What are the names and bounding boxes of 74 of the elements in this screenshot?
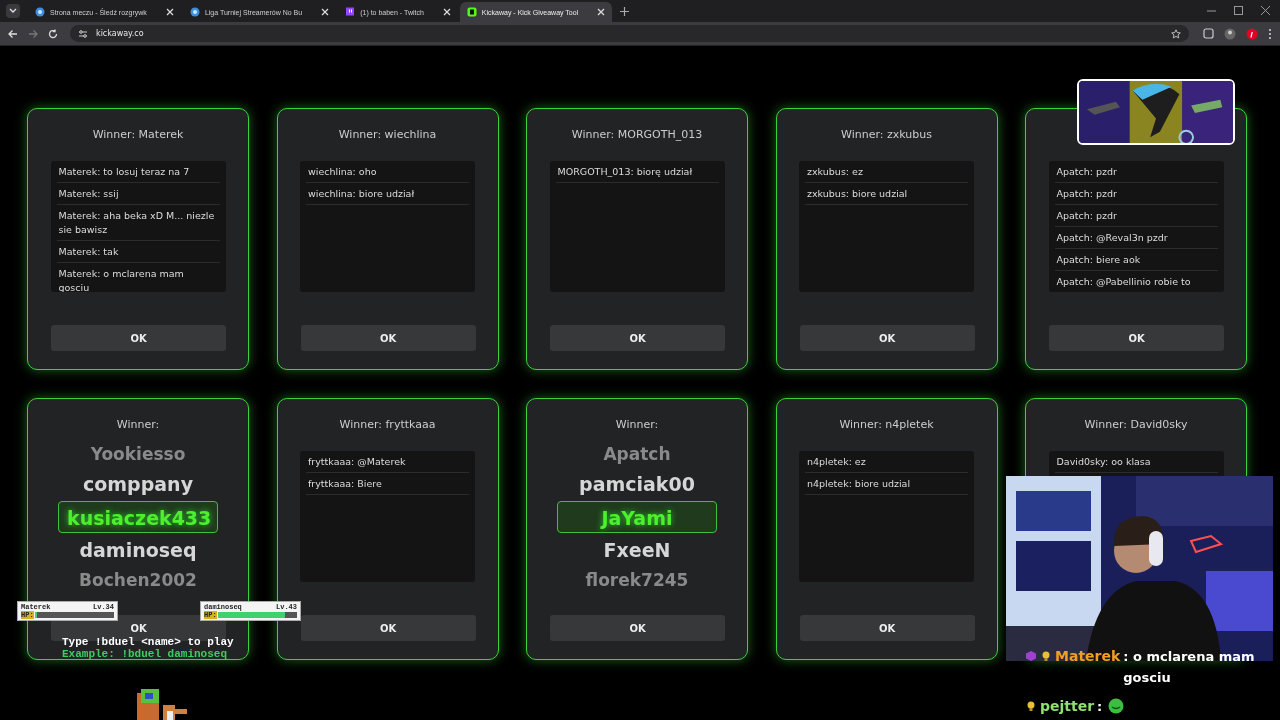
- participant-name: pamciak00: [578, 472, 696, 497]
- chat-message: fryttkaaa: @Materek: [306, 451, 469, 473]
- winner-title: Winner: wiechlina: [338, 127, 437, 143]
- participant-name: JaYami: [557, 501, 717, 533]
- ok-button[interactable]: OK: [799, 615, 975, 641]
- ok-button[interactable]: OK: [799, 325, 975, 351]
- winner-title: Winner: fryttkaaa: [339, 417, 436, 433]
- winner-title: Winner:: [116, 417, 160, 433]
- globe-icon: [35, 7, 45, 17]
- chat-username: Materek: [1055, 647, 1121, 666]
- chat-message: n4pletek: ez: [805, 451, 968, 473]
- chat-message: MORGOTH_013: biorę udział: [555, 161, 719, 183]
- chat-message: Apatch: pzdr: [1054, 161, 1218, 183]
- profile-icon[interactable]: [1224, 27, 1236, 40]
- back-icon[interactable]: [8, 28, 18, 39]
- winner-title: Winner: n4pletek: [839, 417, 934, 433]
- chat-message: Materek: o mclarena mam gosciu: [56, 263, 220, 292]
- chat-message: zxkubus: biore udzial: [805, 183, 968, 205]
- address-field[interactable]: kickaway.co: [70, 25, 1189, 42]
- tab-list-button[interactable]: [6, 4, 20, 18]
- chat-message: Apatch: biere aok: [1054, 249, 1218, 271]
- participant-name: daminoseq: [78, 538, 198, 563]
- tune-icon[interactable]: [78, 28, 88, 39]
- winner-title: Winner: David0sky: [1084, 417, 1188, 433]
- winner-title: Winner: zxkubus: [841, 127, 932, 143]
- chat-message: Materek: tak: [56, 241, 220, 263]
- participant-name: comppany: [81, 472, 195, 497]
- chat-message: wiechlina: oho: [306, 161, 469, 183]
- ok-button[interactable]: OK: [51, 325, 226, 351]
- lightbulb-icon: [1040, 650, 1052, 662]
- participant-name: Apatch: [602, 443, 672, 466]
- participant-name: Yookiesso: [89, 443, 187, 466]
- chat-message: Apatch: @Reval3n pzdr: [1054, 227, 1218, 249]
- pinterest-icon[interactable]: [1246, 27, 1258, 40]
- participant-name: florek7245: [584, 569, 690, 592]
- globe-icon: [189, 7, 200, 17]
- chat-message: Materek: ssij: [56, 183, 220, 205]
- kick-icon: [466, 7, 477, 17]
- participant-name: FxeeN: [602, 538, 672, 563]
- chat-message: Apatch: pzdr: [1054, 183, 1218, 205]
- chat-message: : o mclarena mam gosciu: [1123, 648, 1256, 687]
- chat-message: fryttkaaa: Biere: [306, 473, 469, 495]
- star-icon[interactable]: [1171, 28, 1181, 39]
- chat-message: zxkubus: ez: [805, 161, 968, 183]
- extensions-icon[interactable]: [1203, 28, 1214, 39]
- chat-username: pejtter: [1040, 697, 1095, 716]
- winner-title: Winner: Materek: [92, 127, 184, 143]
- ok-button[interactable]: OK: [550, 325, 725, 351]
- lightbulb-icon: [1025, 700, 1037, 712]
- chat-message: Apatch: pzdr: [1054, 205, 1218, 227]
- participant-name: Bochen2002: [78, 569, 198, 592]
- ok-button[interactable]: OK: [300, 615, 476, 641]
- participant-name: kusiaczek433: [58, 501, 218, 533]
- pixel-character-drawing: [137, 689, 189, 720]
- reload-icon[interactable]: [48, 28, 58, 39]
- forward-icon[interactable]: [28, 28, 38, 39]
- example-text: Example: !bduel daminoseq: [62, 648, 229, 660]
- close-icon[interactable]: [1261, 6, 1270, 15]
- new-tab-icon[interactable]: [620, 6, 630, 16]
- maximize-icon[interactable]: [1234, 6, 1243, 15]
- chat-message: n4pletek: biore udzial: [805, 473, 968, 495]
- chat-message: Apatch: @Pabellinio robie to: [1054, 271, 1218, 292]
- ok-button[interactable]: OK: [300, 325, 476, 351]
- winner-title: Winner:: [615, 417, 659, 433]
- chat-message: wiechlina: biore udział: [306, 183, 469, 205]
- winner-title: Winner: MORGOTH_013: [571, 127, 703, 143]
- chat-message: :: [1097, 698, 1103, 716]
- chat-message: Materek: aha beka xD M... niezle sie bawisz: [56, 205, 220, 241]
- ok-button[interactable]: OK: [1049, 325, 1224, 351]
- twitch-icon: [345, 7, 356, 17]
- ok-button[interactable]: OK: [550, 615, 725, 641]
- menu-icon[interactable]: [1268, 27, 1272, 40]
- chat-message: Materek: to losuj teraz na 7: [56, 161, 220, 183]
- chat-message: David0sky: oo klasa: [1054, 451, 1218, 473]
